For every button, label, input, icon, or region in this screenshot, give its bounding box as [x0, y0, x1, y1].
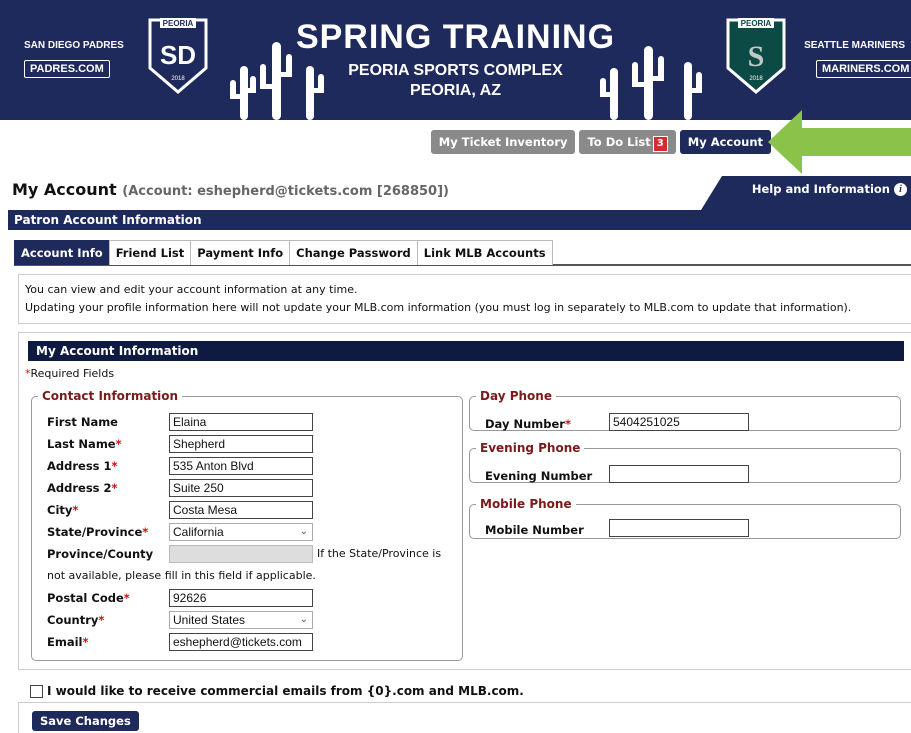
address1-label: Address 1*	[47, 459, 118, 473]
help-and-information-link[interactable]: Help and Information i	[701, 176, 911, 210]
city-input[interactable]: Costa Mesa	[169, 501, 313, 519]
state-select[interactable]: California ⌄	[169, 523, 313, 541]
cactus-right-icon	[600, 46, 702, 120]
country-label: Country*	[47, 613, 105, 627]
last-name-label: Last Name*	[47, 437, 122, 451]
required-note: *Required Fields	[25, 367, 114, 380]
todo-list-label: To Do List	[587, 135, 651, 149]
mobile-phone-legend: Mobile Phone	[480, 497, 572, 511]
right-logo-letters: S	[748, 40, 765, 73]
intro-line-1: You can view and edit your account infor…	[25, 283, 358, 296]
tab-change-password[interactable]: Change Password	[289, 240, 418, 265]
country-value: United States	[173, 613, 246, 627]
page-title: My Account (Account: eshepherd@tickets.c…	[12, 180, 449, 199]
top-navigation: My Ticket Inventory To Do List 3 My Accou…	[430, 130, 771, 154]
right-logo-top: PEORIA	[741, 19, 772, 28]
province-note-a: If the State/Province is	[317, 547, 442, 560]
account-tabs: Account Info Friend List Payment Info Ch…	[14, 240, 911, 266]
province-label: Province/County	[47, 547, 154, 561]
state-label: State/Province*	[47, 525, 149, 539]
province-note-b: not available, please fill in this field…	[47, 569, 316, 582]
commercial-email-optin[interactable]: I would like to receive commercial email…	[30, 684, 524, 698]
country-select[interactable]: United States ⌄	[169, 611, 313, 629]
mobile-number-input[interactable]	[609, 519, 749, 537]
header-banner: SAN DIEGO PADRES PADRES.COM PEORIA SD 20…	[0, 0, 911, 120]
postal-code-input[interactable]: 92626	[169, 589, 313, 607]
chevron-down-icon: ⌄	[299, 526, 308, 537]
todo-count-badge: 3	[652, 136, 668, 152]
my-ticket-inventory-tab[interactable]: My Ticket Inventory	[430, 130, 576, 154]
required-note-text: Required Fields	[30, 367, 115, 380]
tab-link-mlb-accounts[interactable]: Link MLB Accounts	[416, 240, 553, 265]
city-label: City*	[47, 503, 79, 517]
account-id: (Account: eshepherd@tickets.com [268850]…	[122, 184, 449, 199]
intro-text: You can view and edit your account infor…	[18, 274, 911, 324]
first-name-label: First Name	[47, 415, 118, 429]
state-value: California	[173, 525, 224, 539]
my-account-tab[interactable]: My Account	[679, 130, 771, 154]
address1-input[interactable]: 535 Anton Blvd	[169, 457, 313, 475]
chevron-down-icon: ⌄	[299, 614, 308, 625]
first-name-input[interactable]: Elaina	[169, 413, 313, 431]
evening-phone-legend: Evening Phone	[480, 441, 581, 455]
evening-number-input[interactable]	[609, 465, 749, 483]
address2-input[interactable]: Suite 250	[169, 479, 313, 497]
my-account-information-header: My Account Information	[28, 341, 904, 361]
email-input[interactable]: eshepherd@tickets.com	[169, 633, 313, 651]
actions-box	[18, 702, 911, 733]
optin-checkbox[interactable]	[30, 684, 43, 698]
province-input[interactable]	[169, 545, 313, 563]
mobile-number-label: Mobile Number	[485, 523, 584, 537]
todo-list-tab[interactable]: To Do List 3	[579, 130, 676, 154]
day-phone-legend: Day Phone	[480, 389, 552, 403]
save-changes-button[interactable]: Save Changes	[32, 711, 139, 731]
account-form: My Account Information *Required Fields …	[18, 332, 911, 670]
help-label: Help and Information	[751, 182, 890, 196]
patron-account-header: Patron Account Information	[8, 210, 911, 230]
right-logo-year: 2018	[749, 76, 763, 82]
day-number-input[interactable]: 5404251025	[609, 413, 749, 431]
info-icon: i	[894, 183, 907, 196]
intro-line-2: Updating your profile information here w…	[25, 301, 852, 314]
address2-label: Address 2*	[47, 481, 118, 495]
green-arrow-icon	[768, 110, 911, 174]
right-team-name: SEATTLE MARINERS	[804, 40, 905, 51]
day-number-label: Day Number*	[485, 417, 571, 431]
mariners-link[interactable]: MARINERS.COM	[816, 60, 911, 78]
contact-information-legend: Contact Information	[42, 389, 179, 403]
optin-label: I would like to receive commercial email…	[47, 684, 524, 698]
page-title-text: My Account	[12, 180, 117, 199]
tab-payment-info[interactable]: Payment Info	[190, 240, 291, 265]
tab-account-info[interactable]: Account Info	[14, 240, 110, 265]
email-label: Email*	[47, 635, 89, 649]
mariners-logo: PEORIA S 2018	[726, 18, 786, 94]
evening-number-label: Evening Number	[485, 469, 593, 483]
postal-label: Postal Code*	[47, 591, 130, 605]
tab-friend-list[interactable]: Friend List	[108, 240, 192, 265]
last-name-input[interactable]: Shepherd	[169, 435, 313, 453]
